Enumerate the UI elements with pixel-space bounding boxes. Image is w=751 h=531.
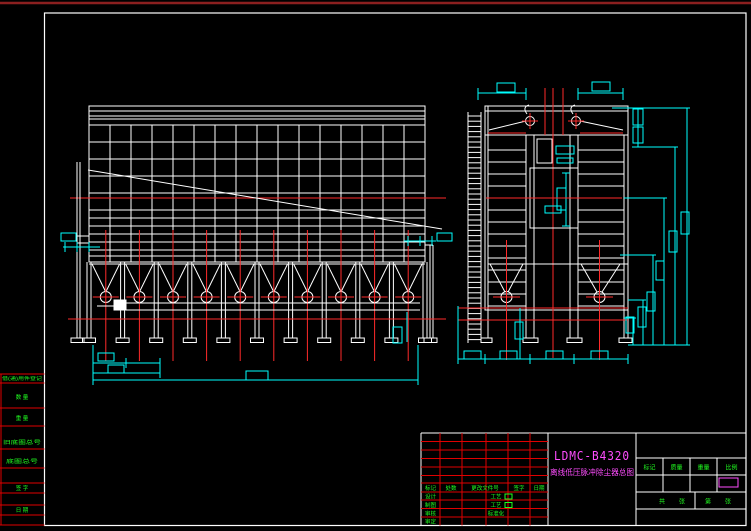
sig-row-label: 审核	[425, 510, 437, 518]
canvas-background	[0, 0, 751, 531]
rev-col-header: 签字	[513, 484, 525, 492]
info-col-header: 质量	[670, 464, 682, 472]
margin-row-label: 日 期	[16, 507, 29, 514]
cad-drawing-canvas: 借(通)用件登记 数 量 重 量 旧底图总号 底图总号 签 字 日 期 标记 处…	[0, 0, 751, 531]
info-col-header: 比例	[725, 464, 737, 472]
drawing-title-text: 离线低压脉冲除尘器总图	[550, 467, 634, 477]
sheet-count-label: 张	[679, 498, 685, 506]
process-label: 工艺	[490, 502, 502, 509]
sheet-count-label: 张	[725, 498, 731, 506]
margin-row-label: 重 量	[16, 414, 29, 422]
sheet-count-label: 共	[659, 498, 665, 506]
model-number: LDMC-B4320	[554, 449, 630, 463]
rev-col-header: 标记	[425, 484, 437, 492]
info-col-header: 重量	[697, 464, 709, 472]
margin-row-label: 底图总号	[6, 458, 38, 465]
sig-row-label: 审定	[425, 518, 437, 526]
margin-row-label: 签 字	[16, 484, 29, 492]
margin-row-label: 借(通)用件登记	[2, 375, 43, 382]
margin-row-label: 旧底图总号	[3, 439, 41, 446]
process-label: 工艺	[490, 494, 502, 501]
rev-col-header: 日期	[533, 485, 545, 492]
rev-col-header: 更改文件号	[471, 484, 499, 492]
sig-row-label: 制图	[425, 501, 437, 509]
margin-row-label: 数 量	[16, 393, 29, 401]
sheet-count-label: 第	[705, 498, 711, 506]
info-col-header: 标记	[643, 464, 655, 472]
process-label: 标准化	[488, 510, 505, 518]
sig-row-label: 设计	[425, 493, 437, 501]
rev-col-header: 处数	[445, 484, 457, 492]
cad-viewport: 借(通)用件登记 数 量 重 量 旧底图总号 底图总号 签 字 日 期 标记 处…	[0, 0, 751, 531]
conveyor-drive-box	[113, 299, 127, 311]
